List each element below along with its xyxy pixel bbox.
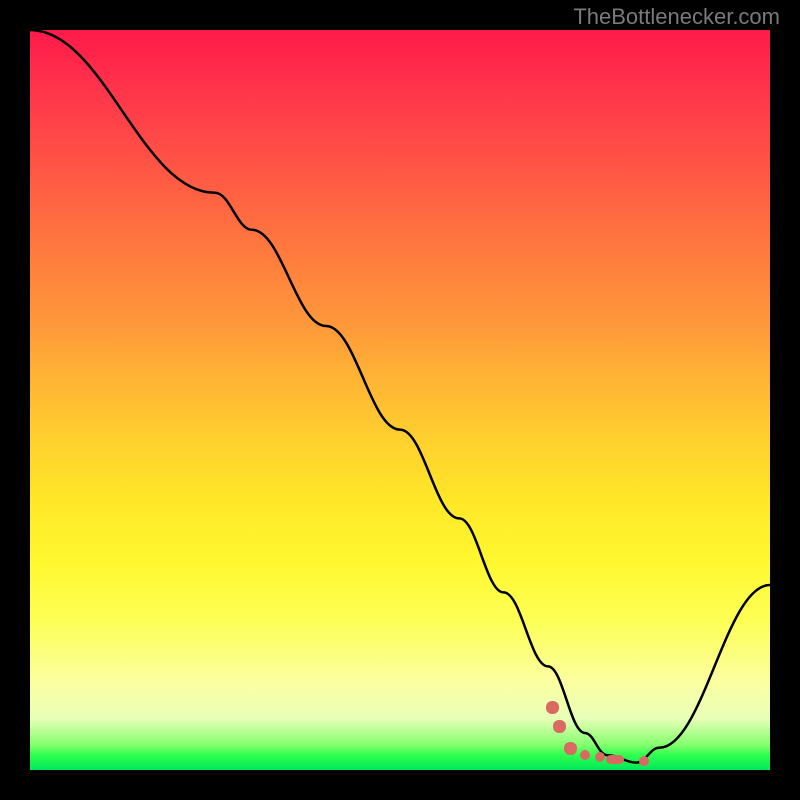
plot-area [30, 30, 770, 770]
optimum-marker [553, 720, 566, 733]
bottleneck-curve [30, 30, 770, 770]
optimum-marker [546, 701, 559, 714]
attribution-text: TheBottlenecker.com [573, 4, 780, 30]
optimum-marker [606, 755, 624, 764]
chart-frame: TheBottlenecker.com [0, 0, 800, 800]
optimum-marker [595, 752, 605, 762]
optimum-marker [564, 742, 577, 755]
